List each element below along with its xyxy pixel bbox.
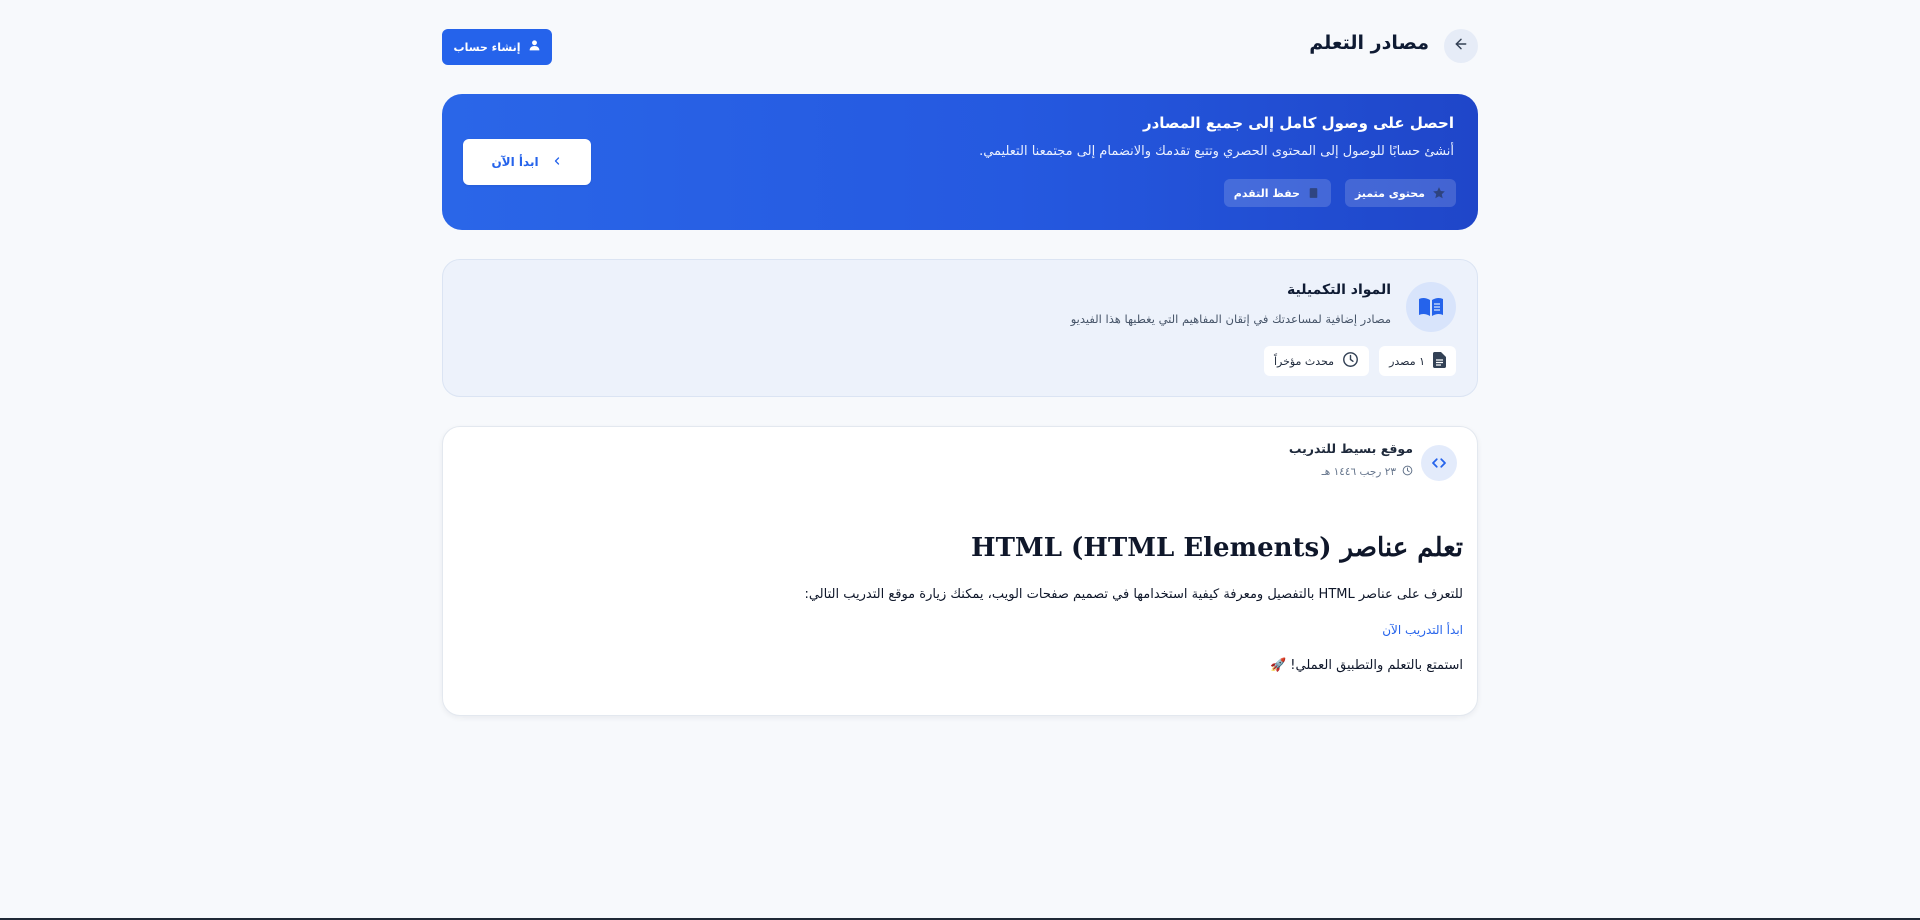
arrow-right-icon bbox=[1453, 36, 1469, 56]
book-open-icon bbox=[1406, 282, 1456, 332]
page-container: مصادر التعلم إنشاء حساب احصل على وصول كا… bbox=[442, 0, 1478, 716]
chevron-left-icon bbox=[551, 155, 563, 170]
star-icon bbox=[1432, 186, 1446, 200]
resource-date-row: ٢٣ رجب ١٤٤٦ هـ bbox=[1322, 465, 1413, 479]
promo-badges: محتوى متميز حفظ التقدم bbox=[1223, 179, 1456, 207]
back-button[interactable] bbox=[1444, 29, 1478, 63]
user-icon bbox=[528, 39, 541, 55]
resource-heading: تعلم عناصر HTML (HTML Elements) bbox=[971, 533, 1463, 563]
resource-title: موقع بسيط للتدريب bbox=[1288, 441, 1413, 456]
clock-icon bbox=[1342, 351, 1359, 371]
promo-title: احصل على وصول كامل إلى جميع المصادر bbox=[1142, 114, 1454, 132]
promo-description: أنشئ حسابًا للوصول إلى المحتوى الحصري وت… bbox=[979, 144, 1454, 159]
resource-card: موقع بسيط للتدريب ٢٣ رجب ١٤٤٦ هـ تعلم عن… bbox=[442, 426, 1478, 716]
supplementary-description: مصادر إضافية لمساعدتك في إتقان المفاهيم … bbox=[1070, 312, 1391, 326]
supplementary-meta: ١ مصدر محدث مؤخراً bbox=[1263, 346, 1456, 376]
supplementary-title: المواد التكميلية bbox=[1286, 282, 1391, 298]
file-icon bbox=[1433, 351, 1446, 371]
updated-label: محدث مؤخراً bbox=[1273, 354, 1335, 368]
badge-label: محتوى متميز bbox=[1354, 186, 1425, 200]
clock-icon bbox=[1402, 465, 1413, 479]
badge-label: حفظ التقدم bbox=[1233, 186, 1300, 200]
bookmark-icon bbox=[1307, 186, 1321, 200]
updated-pill: محدث مؤخراً bbox=[1263, 346, 1370, 376]
code-icon bbox=[1421, 445, 1457, 481]
promo-banner: احصل على وصول كامل إلى جميع المصادر أنشئ… bbox=[442, 94, 1478, 230]
supplementary-materials-card: المواد التكميلية مصادر إضافية لمساعدتك ف… bbox=[442, 259, 1478, 397]
page-header: مصادر التعلم إنشاء حساب bbox=[442, 0, 1478, 94]
badge-save-progress: حفظ التقدم bbox=[1223, 179, 1331, 207]
resource-body: للتعرف على عناصر HTML بالتفصيل ومعرفة كي… bbox=[804, 587, 1463, 602]
start-training-link[interactable]: ابدأ التدريب الآن bbox=[1382, 623, 1463, 637]
resource-count-pill: ١ مصدر bbox=[1379, 346, 1456, 376]
resource-date: ٢٣ رجب ١٤٤٦ هـ bbox=[1321, 466, 1396, 478]
badge-premium-content: محتوى متميز bbox=[1344, 179, 1456, 207]
start-now-label: ابدأ الآن bbox=[491, 155, 539, 169]
resource-outro: استمتع بالتعلم والتطبيق العملي! 🚀 bbox=[1269, 658, 1463, 673]
signup-button[interactable]: إنشاء حساب bbox=[442, 29, 552, 65]
resource-count: ١ مصدر bbox=[1389, 354, 1425, 368]
signup-button-label: إنشاء حساب bbox=[453, 40, 521, 54]
page-title: مصادر التعلم bbox=[1309, 32, 1429, 54]
start-now-button[interactable]: ابدأ الآن bbox=[463, 139, 591, 185]
